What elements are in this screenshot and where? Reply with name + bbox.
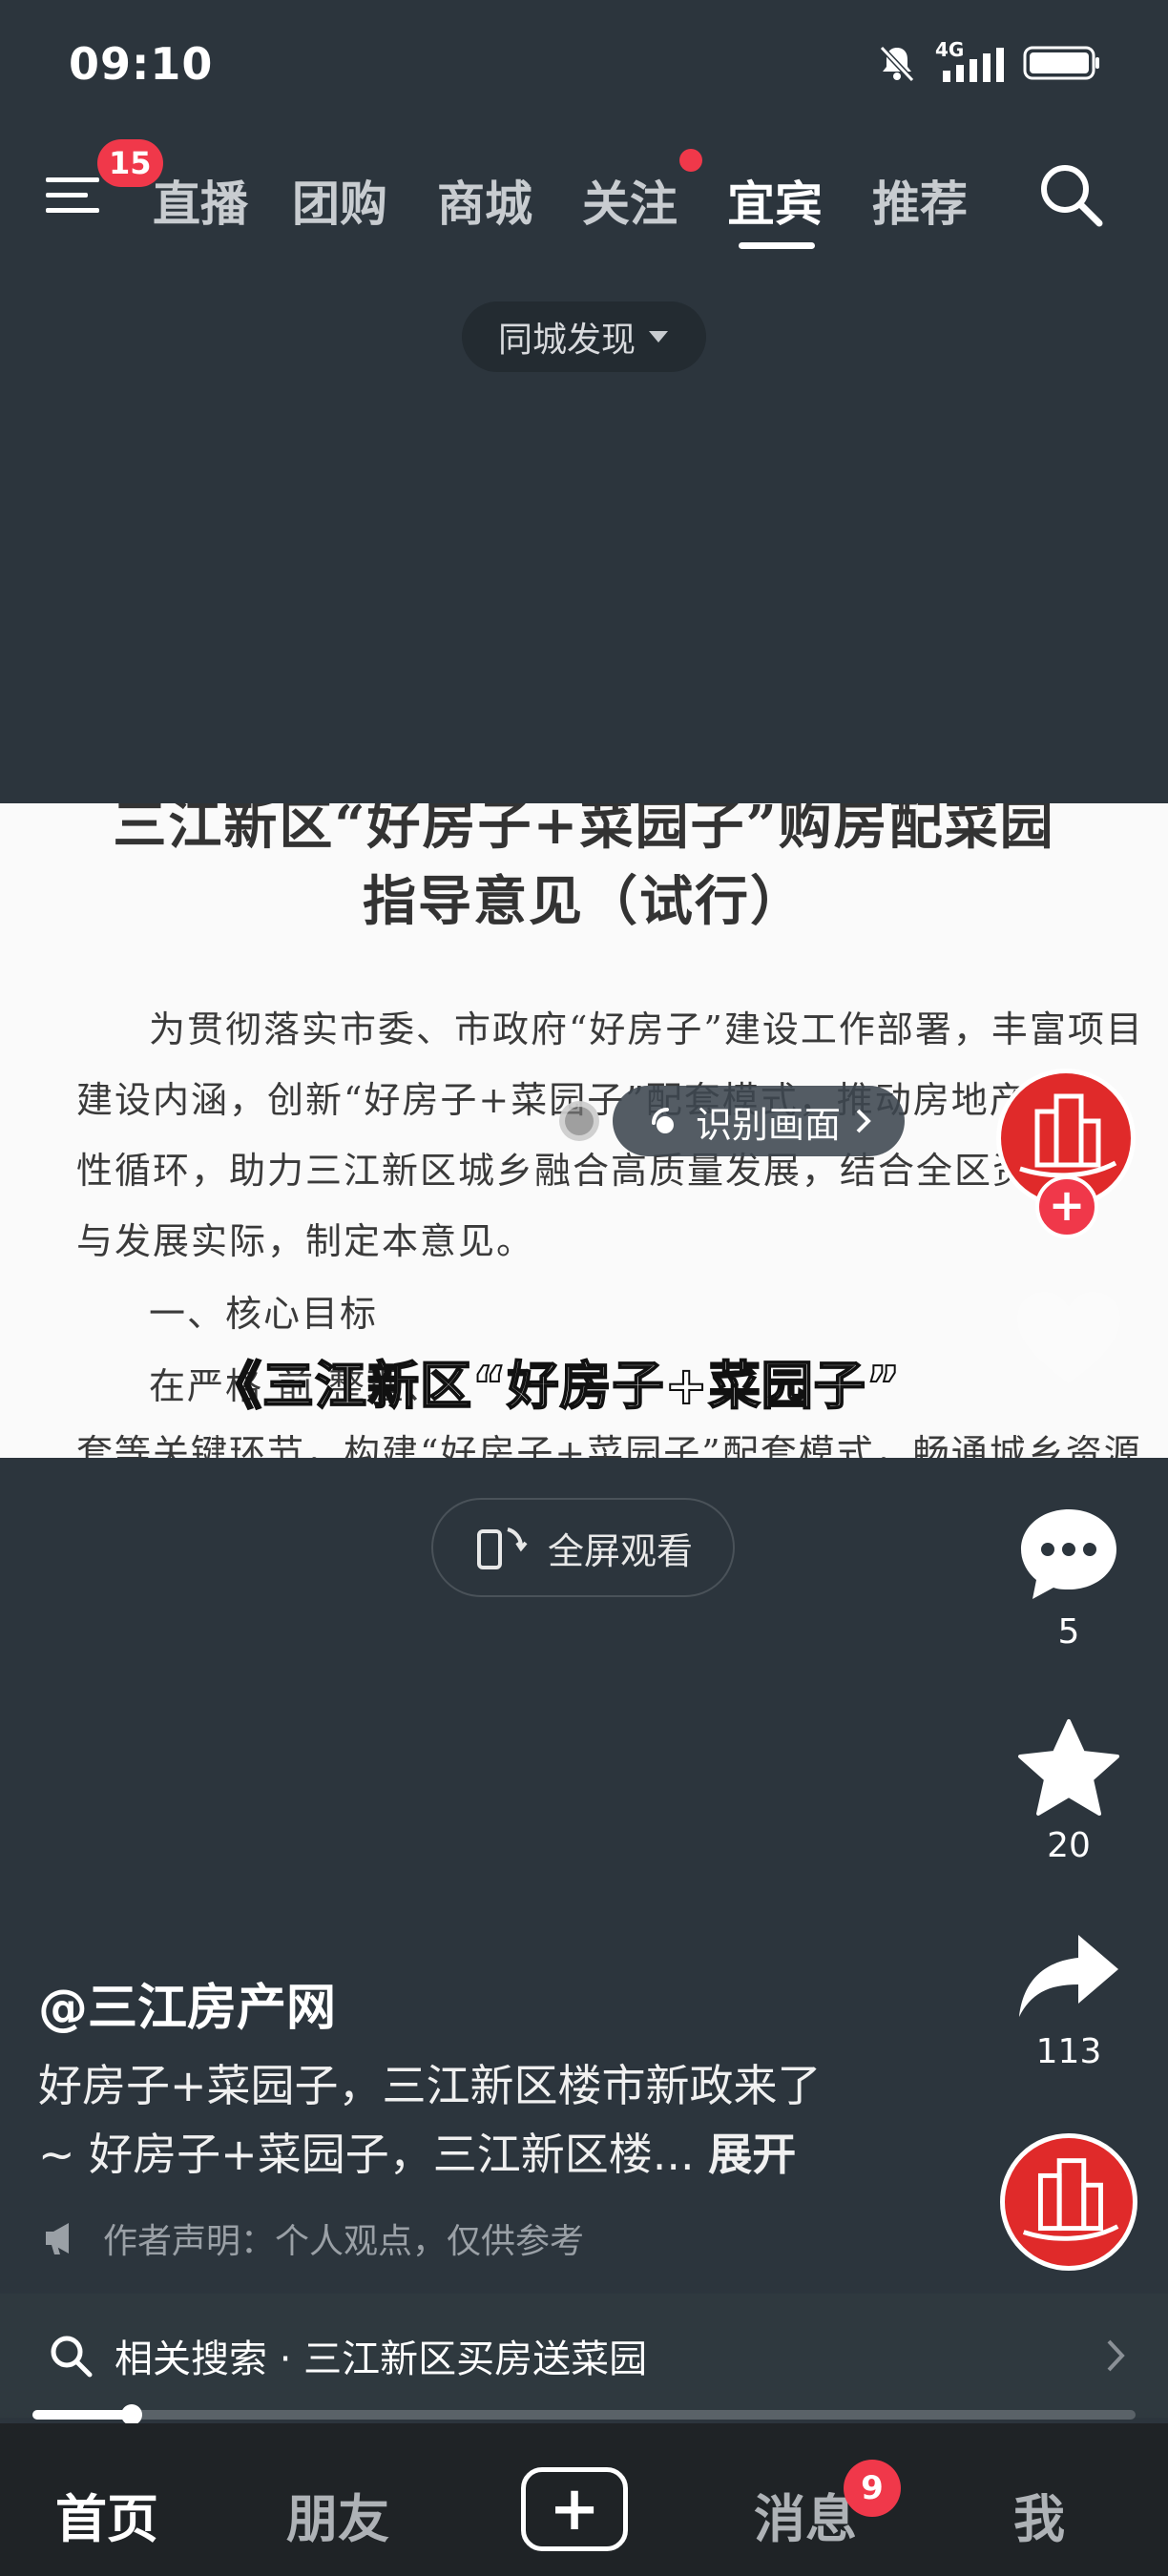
doc-line: 为贯彻落实市委、市政府“好房子”建设工作部署，丰富项目 (149, 1008, 1144, 1050)
doc-line: 套等关键环节，构建“好房子+菜园子”配套模式，畅通城乡资源 (76, 1432, 1142, 1458)
star-icon[interactable] (1015, 1717, 1122, 1818)
caret-down-icon (649, 331, 668, 343)
expand-link[interactable]: 展开 (708, 2129, 796, 2180)
author-name[interactable]: @三江房产网 (38, 1967, 336, 2039)
message-badge: 9 (844, 2460, 901, 2517)
doc-line: 性循环，助力三江新区城乡融合高质量发展，结合全区资源 (76, 1150, 1070, 1192)
building-logo-icon (1022, 2158, 1119, 2241)
notice-text: 作者声明：个人观点，仅供参考 (103, 2222, 585, 2261)
tab-mall[interactable]: 商城 (437, 166, 532, 235)
doc-line: 与发展实际，制定本意见。 (76, 1220, 535, 1262)
nav-friends[interactable]: 朋友 (286, 2477, 389, 2552)
status-time: 09:10 (69, 38, 214, 90)
doc-title-line2: 指导意见（试行） (363, 870, 805, 933)
video-progress-track[interactable] (32, 2410, 1136, 2420)
description-line1: 好房子+菜园子，三江新区楼市新政来了 (38, 2060, 822, 2111)
nav-home[interactable]: 首页 (55, 2477, 158, 2552)
fullscreen-button[interactable]: 全屏观看 (431, 1498, 735, 1597)
megaphone-icon (46, 2223, 69, 2254)
chevron-right-icon (856, 1109, 871, 1133)
favorite-count: 20 (1047, 1826, 1091, 1865)
recognize-button[interactable]: 识别画面 (613, 1086, 905, 1156)
video-progress-fill (32, 2410, 132, 2420)
recognize-label: 识别画面 (695, 1103, 841, 1146)
recognize-dot (559, 1101, 599, 1141)
author-notice: 作者声明：个人观点，仅供参考 (42, 2213, 584, 2263)
share-count: 113 (1035, 2032, 1102, 2071)
city-filter[interactable]: 同城发现 (462, 301, 706, 372)
doc-line: 一、核心目标 (149, 1293, 379, 1335)
nav-messages[interactable]: 消息 (754, 2477, 857, 2552)
heart-icon[interactable] (1013, 1288, 1124, 1387)
tab-following[interactable]: 关注 (582, 166, 678, 235)
nav-me[interactable]: 我 (1013, 2477, 1065, 2552)
related-search-bar[interactable]: 相关搜索 · 三江新区买房送菜园 (0, 2294, 1168, 2418)
create-post-button[interactable]: + (521, 2467, 628, 2551)
follow-button[interactable]: + (1035, 1175, 1098, 1238)
video-subtitle: 《三江新区“好房子+菜园子” (209, 1355, 902, 1417)
battery-icon (1023, 46, 1099, 80)
menu-icon[interactable] (46, 172, 103, 219)
search-icon[interactable] (1036, 160, 1105, 229)
fullscreen-label: 全屏观看 (547, 1529, 693, 1572)
related-search-label: 相关搜索 · 三江新区买房送菜园 (115, 2337, 648, 2381)
video-progress-knob[interactable] (121, 2404, 142, 2425)
comment-count: 5 (1057, 1612, 1080, 1652)
network-label: 4G (935, 38, 965, 61)
hand-icon (651, 1108, 674, 1133)
post-description[interactable]: 好房子+菜园子，三江新区楼市新政来了 ~ 好房子+菜园子，三江新区楼... 展开 (38, 2051, 822, 2189)
share-icon[interactable] (1015, 1929, 1122, 2025)
description-line2: ~ 好房子+菜园子，三江新区楼... (38, 2129, 695, 2180)
city-filter-label: 同城发现 (497, 321, 636, 360)
active-tab-indicator (739, 242, 815, 249)
music-disc[interactable] (1000, 2133, 1137, 2271)
tab-live[interactable]: 直播 (153, 166, 248, 235)
status-icons: 4G (876, 38, 1101, 84)
rotate-screen-icon (476, 1527, 528, 1569)
signal-icon: 4G (935, 38, 1006, 84)
chevron-right-icon (1107, 2339, 1125, 2372)
following-dot (679, 149, 702, 172)
doc-title-line1: 三江新区“好房子+菜园子”购房配菜园 (113, 803, 1055, 857)
bell-muted-icon (879, 45, 915, 83)
tab-yibin[interactable]: 宜宾 (727, 166, 823, 235)
tab-group-buy[interactable]: 团购 (292, 166, 387, 235)
search-icon (51, 2336, 93, 2378)
comment-icon[interactable] (1017, 1506, 1120, 1601)
tab-recommend[interactable]: 推荐 (872, 166, 968, 235)
